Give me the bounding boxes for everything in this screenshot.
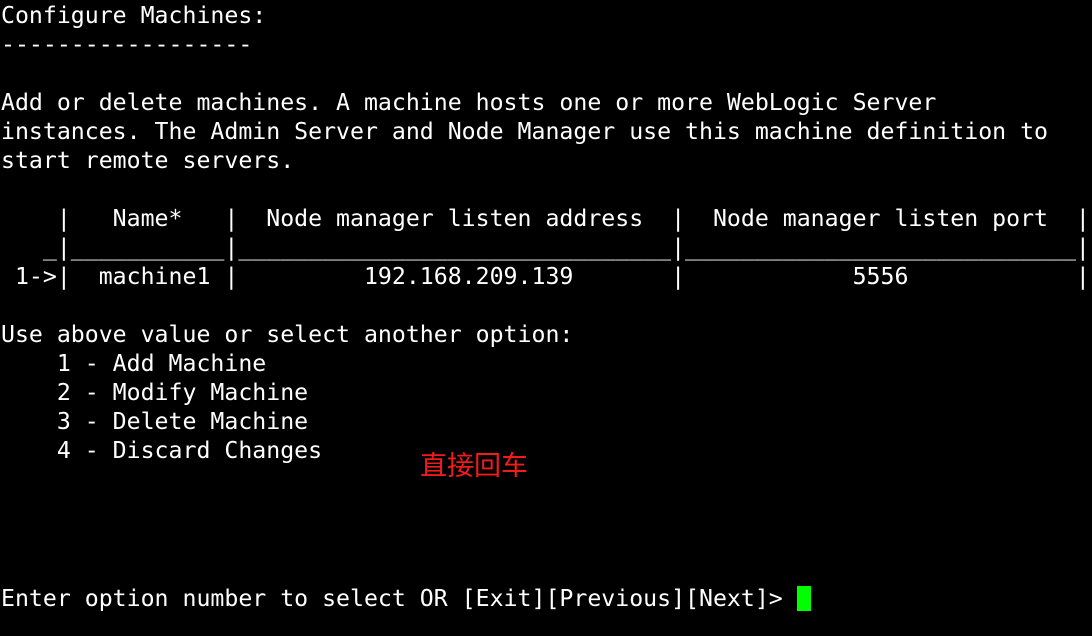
text-cursor <box>796 586 811 611</box>
option-item-3[interactable]: 3 - Delete Machine <box>1 407 1092 436</box>
option-item-4[interactable]: 4 - Discard Changes <box>1 436 1092 465</box>
prompt-label: Enter option number to select OR [Exit][… <box>1 585 797 612</box>
description-line-3: start remote servers. <box>1 147 295 174</box>
description-line-2: instances. The Admin Server and Node Man… <box>1 118 1049 145</box>
table-header-row: | Name* | Node manager listen address | … <box>1 205 1090 232</box>
table-separator-row: _|___________|__________________________… <box>1 234 1090 261</box>
description-line-1: Add or delete machines. A machine hosts … <box>1 89 937 116</box>
annotation-press-enter: 直接回车 <box>420 451 528 482</box>
option-item-1[interactable]: 1 - Add Machine <box>1 349 1092 378</box>
terminal-screen[interactable]: Configure Machines: ------------------ Ad… <box>0 0 1092 636</box>
options-heading: Use above value or select another option… <box>1 321 574 348</box>
option-item-2[interactable]: 2 - Modify Machine <box>1 378 1092 407</box>
title-underline: ------------------ <box>1 31 253 58</box>
table-row[interactable]: 1->| machine1 | 192.168.209.139 | 5556 | <box>1 262 1092 291</box>
screen-title: Configure Machines: <box>1 2 267 29</box>
command-prompt[interactable]: Enter option number to select OR [Exit][… <box>1 584 811 613</box>
